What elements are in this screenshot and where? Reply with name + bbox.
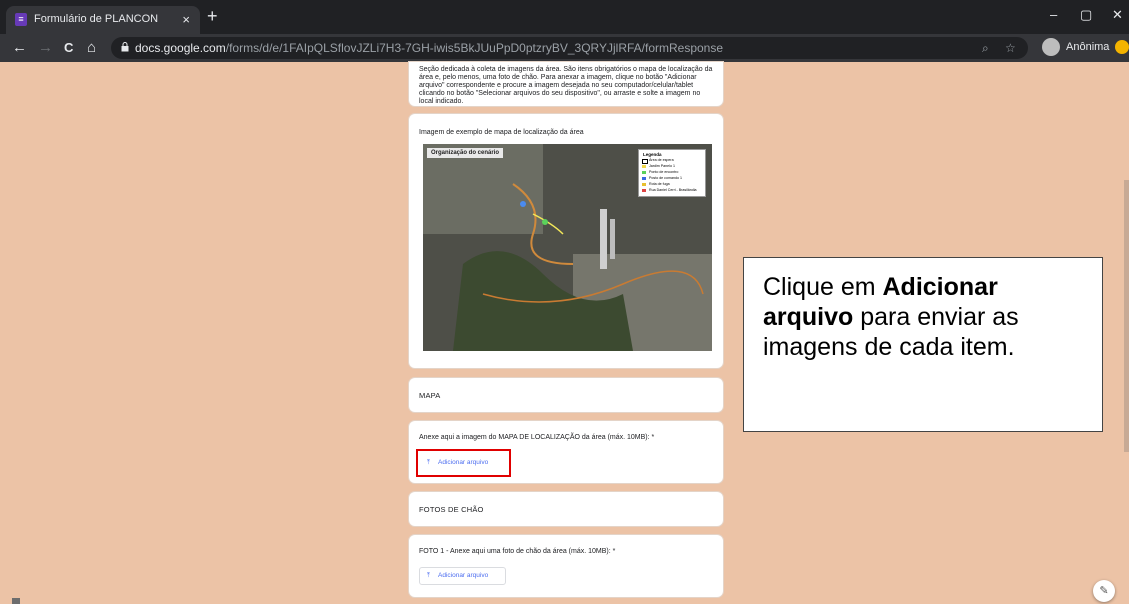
section-fotos-title: FOTOS DE CHÃO bbox=[419, 505, 484, 514]
url-path: /forms/d/e/1FAIpQLSflovJZLi7H3-7GH-iwis5… bbox=[225, 41, 724, 55]
profile-label: Anônima bbox=[1066, 41, 1110, 53]
legend-item: Rua Daniel Cerri - Brasilândia bbox=[649, 188, 697, 192]
map-legend: Legenda Área de espera Jardim Panelo 1 P… bbox=[638, 149, 706, 197]
legend-swatch bbox=[642, 189, 646, 192]
extension-icon[interactable] bbox=[1115, 40, 1129, 54]
legend-title: Legenda bbox=[643, 152, 662, 157]
legend-item: Área de espera bbox=[649, 158, 674, 162]
close-window-button[interactable]: ✕ bbox=[1112, 7, 1123, 23]
legend-swatch bbox=[642, 183, 646, 186]
question-mapa-label: Anexe aqui a imagem do MAPA DE LOCALIZAÇ… bbox=[419, 434, 655, 441]
home-button[interactable]: ⌂ bbox=[87, 39, 96, 56]
add-file-button-foto1[interactable]: ⤒ Adicionar arquivo bbox=[419, 567, 506, 585]
url-text: docs.google.com/forms/d/e/1FAIpQLSflovJZ… bbox=[135, 41, 723, 55]
legend-swatch bbox=[642, 165, 646, 168]
section-description: Seção dedicada à coleta de imagens da ár… bbox=[419, 66, 713, 105]
add-file-label: Adicionar arquivo bbox=[438, 572, 489, 579]
forward-button[interactable]: → bbox=[38, 39, 53, 56]
example-image-card: Imagem de exemplo de mapa de localização… bbox=[409, 114, 723, 368]
example-title: Imagem de exemplo de mapa de localização… bbox=[419, 129, 584, 136]
instruction-callout: Clique em Adicionar arquivo para enviar … bbox=[743, 257, 1103, 432]
section-description-card: Seção dedicada à coleta de imagens da ár… bbox=[409, 62, 723, 106]
question-foto1-card: FOTO 1 - Anexe aqui uma foto de chão da … bbox=[409, 535, 723, 597]
location-map-image: Organização do cenário Legenda Área de e… bbox=[423, 144, 712, 351]
section-fotos-card: FOTOS DE CHÃO bbox=[409, 492, 723, 526]
question-foto1-label: FOTO 1 - Anexe aqui uma foto de chão da … bbox=[419, 548, 616, 555]
legend-swatch bbox=[642, 177, 646, 180]
zoom-icon[interactable]: ⌕ bbox=[982, 41, 989, 56]
incognito-avatar-icon bbox=[1042, 38, 1060, 56]
reload-button[interactable]: C bbox=[64, 40, 73, 55]
bookmark-star-icon[interactable]: ☆ bbox=[1005, 41, 1016, 55]
tab-formulario[interactable]: ≡ Formulário de PLANCON × bbox=[6, 6, 200, 34]
lock-icon bbox=[121, 42, 129, 52]
google-forms-icon: ≡ bbox=[15, 13, 27, 26]
map-label: Organização do cenário bbox=[427, 148, 504, 158]
callout-part1: Clique em bbox=[763, 273, 883, 301]
legend-item: Posto de comando 1 bbox=[649, 176, 682, 180]
section-mapa-card: MAPA bbox=[409, 378, 723, 412]
minimize-button[interactable]: – bbox=[1050, 7, 1057, 22]
callout-text: Clique em Adicionar arquivo para enviar … bbox=[763, 272, 1093, 362]
browser-tab-bar: ≡ Formulário de PLANCON × + – ▢ ✕ bbox=[0, 0, 1129, 34]
tab-title: Formulário de PLANCON bbox=[34, 13, 159, 25]
maximize-button[interactable]: ▢ bbox=[1080, 7, 1092, 23]
upload-icon: ⤒ bbox=[427, 572, 430, 579]
url-host: docs.google.com bbox=[135, 41, 226, 55]
new-tab-button[interactable]: + bbox=[207, 6, 218, 27]
corner-icon bbox=[12, 598, 20, 604]
legend-item: Ponto de encontro bbox=[649, 170, 679, 174]
section-mapa-title: MAPA bbox=[419, 391, 441, 400]
legend-swatch bbox=[642, 159, 648, 164]
legend-item: Jardim Panelo 1 bbox=[649, 164, 675, 168]
scrollbar-thumb[interactable] bbox=[1124, 180, 1129, 452]
pencil-icon[interactable]: ✎ bbox=[1093, 580, 1115, 602]
highlight-box bbox=[416, 449, 511, 477]
back-button[interactable]: ← bbox=[12, 39, 27, 56]
address-bar[interactable]: docs.google.com/forms/d/e/1FAIpQLSflovJZ… bbox=[111, 37, 1028, 59]
tab-close-icon[interactable]: × bbox=[182, 12, 190, 27]
browser-toolbar: ← → C ⌂ docs.google.com/forms/d/e/1FAIpQ… bbox=[0, 34, 1129, 62]
legend-swatch bbox=[642, 171, 646, 174]
legend-item: Rota de fuga bbox=[649, 182, 670, 186]
